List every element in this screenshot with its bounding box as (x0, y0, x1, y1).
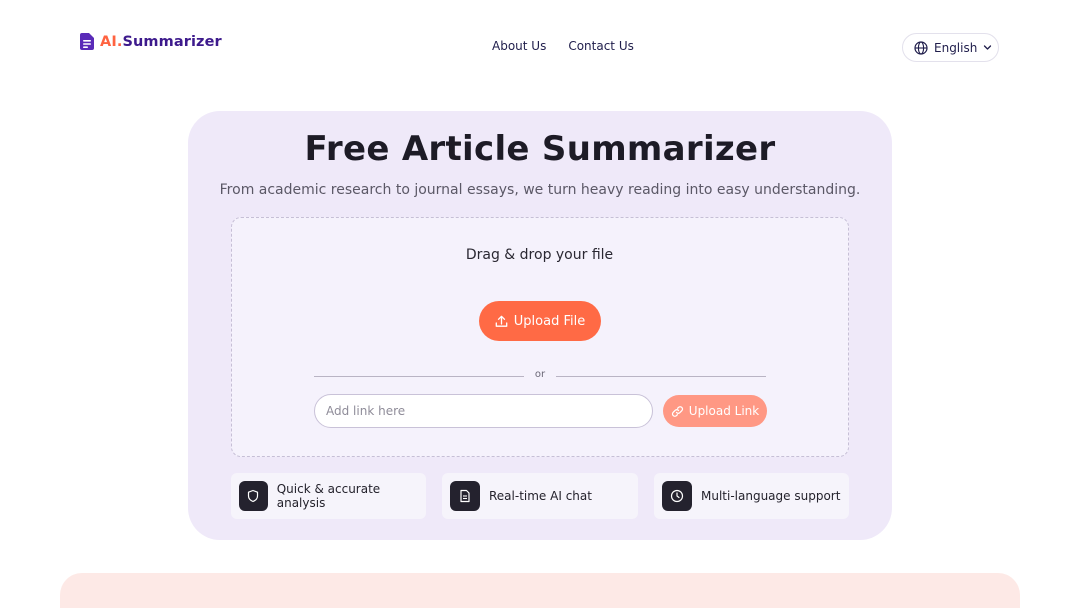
next-section (60, 573, 1020, 608)
dropzone-label: Drag & drop your file (465, 247, 614, 263)
shield-icon (239, 481, 268, 511)
page-subtitle: From academic research to journal essays… (219, 182, 861, 198)
nav-contact-us[interactable]: Contact Us (568, 39, 634, 53)
logo-name: Summarizer (122, 33, 222, 50)
upload-file-label: Upload File (513, 313, 586, 329)
feature-item: Quick & accurate analysis (231, 473, 426, 519)
or-label: or (534, 369, 546, 380)
feature-list: Quick & accurate analysis Real-time AI c… (231, 473, 849, 519)
link-input[interactable] (314, 394, 653, 428)
logo-text: AI.Summarizer (100, 34, 222, 50)
feature-label: Real-time AI chat (489, 489, 592, 503)
language-selector[interactable]: English (902, 33, 999, 62)
globe-icon (914, 40, 928, 55)
upload-file-button[interactable]: Upload File (479, 301, 601, 341)
document-icon (80, 33, 94, 50)
file-dropzone[interactable]: Drag & drop your file Upload File or Upl… (231, 217, 849, 457)
nav-about-us[interactable]: About Us (492, 39, 546, 53)
divider-line-right (556, 376, 766, 377)
page-title: Free Article Summarizer (304, 129, 776, 169)
upload-link-label: Upload Link (688, 404, 760, 418)
logo-ai: AI. (100, 33, 123, 50)
site-header: AI.Summarizer About Us Contact Us Englis… (0, 0, 1080, 94)
upload-link-button[interactable]: Upload Link (663, 395, 767, 427)
link-icon (671, 405, 683, 417)
language-label: English (934, 40, 978, 55)
upload-icon (495, 315, 508, 327)
main-nav: About Us Contact Us (492, 39, 634, 53)
feature-item: Real-time AI chat (442, 473, 638, 519)
or-divider: or (314, 369, 766, 383)
hero-card: Free Article Summarizer From academic re… (188, 111, 892, 540)
feature-label: Quick & accurate analysis (276, 482, 381, 510)
feature-item: Multi-language support (654, 473, 849, 519)
divider-line-left (314, 376, 524, 377)
document-icon (450, 481, 480, 511)
logo[interactable]: AI.Summarizer (80, 33, 222, 50)
feature-label: Multi-language support (701, 489, 841, 503)
chevron-down-icon (984, 45, 992, 50)
clock-icon (662, 481, 692, 511)
